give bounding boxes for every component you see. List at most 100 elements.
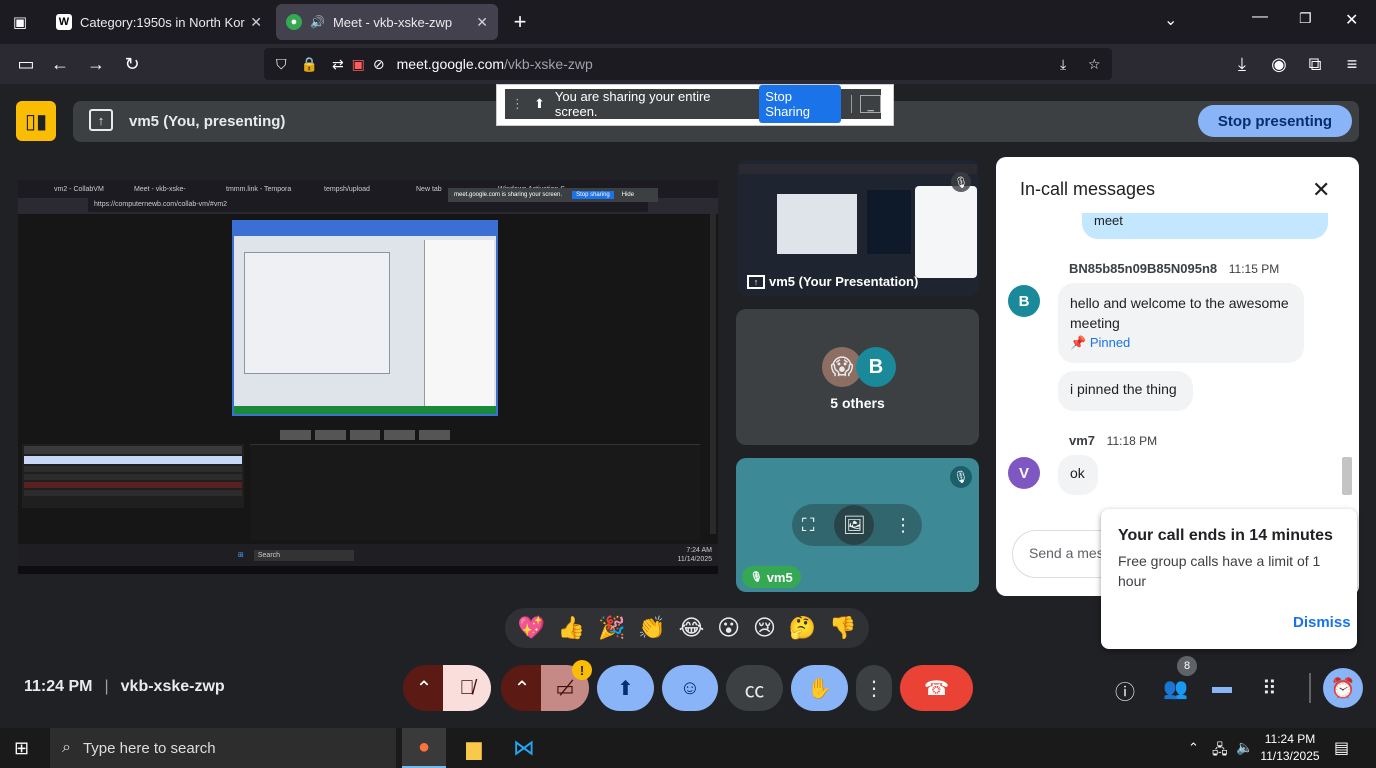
more-options-icon[interactable]: ⋮ (894, 515, 912, 536)
tab-wikipedia[interactable]: W Category:1950s in North Korea ✕ (46, 4, 272, 40)
menu-icon[interactable]: ≡ (1340, 52, 1364, 76)
forward-icon[interactable]: → (84, 52, 108, 76)
present-screen-icon: ⬆ (617, 677, 634, 700)
others-label: 5 others (830, 395, 885, 411)
chevron-down-icon[interactable]: ⌄ (1164, 10, 1177, 30)
message-time: 11:18 PM (1106, 434, 1158, 448)
reaction-thumbs-up[interactable]: 👍 (558, 615, 585, 641)
others-tile[interactable]: 😱 B 5 others (736, 309, 979, 445)
drag-handle-icon[interactable]: ⋮ (511, 96, 524, 112)
inner-properties-panel (424, 240, 494, 406)
close-icon[interactable]: ✕ (1312, 177, 1330, 203)
leave-call-button[interactable]: ☎ (900, 665, 973, 711)
meet-page: ▯▮ ↑ vm5 (You, presenting) ⋮ ⬆ You are s… (0, 84, 1376, 728)
video-options-button[interactable]: ⌃ (501, 665, 543, 711)
reaction-party[interactable]: 🎉 (598, 615, 625, 641)
reaction-thinking[interactable]: 🤔 (789, 615, 816, 641)
install-icon[interactable]: ⤓ (1060, 56, 1066, 73)
close-icon[interactable]: ✕ (250, 14, 262, 31)
reaction-sad[interactable]: 😢 (753, 615, 776, 641)
hide-button[interactable]: _ (860, 95, 881, 113)
reaction-clap[interactable]: 👏 (638, 615, 665, 641)
volume-icon[interactable]: 🔈 (1236, 739, 1253, 756)
presenting-label: vm5 (You, presenting) (129, 113, 286, 130)
vm5-self-tile[interactable]: 🎙 ⛶ 🖼 ⋮ 🎙 vm5 (736, 458, 979, 592)
lock-icon[interactable]: 🔒 (301, 56, 318, 73)
inner-search: Search (253, 549, 354, 561)
call-limit-toast: Your call ends in 14 minutes Free group … (1101, 509, 1357, 649)
system-clock[interactable]: 11:24 PM 11/13/2025 (1258, 731, 1322, 765)
more-options-button[interactable]: ⋮ (856, 665, 892, 711)
mic-toggle-button[interactable]: 🎙̸ (443, 665, 491, 711)
presentation-preview-tile[interactable]: 🎙 ↑ vm5 (Your Presentation) (737, 160, 979, 296)
chat-scrollbar[interactable] (1342, 305, 1352, 495)
screen-share-icon[interactable]: ▣ (352, 56, 365, 73)
people-count-badge: 8 (1177, 656, 1197, 676)
presentation-stage[interactable]: vm2 - CollabVM Meet - vkb-xske- tmmm.lin… (18, 180, 718, 574)
meeting-info-icon[interactable]: ⓘ (1115, 676, 1135, 705)
sidebar-icon[interactable]: ▭ (14, 52, 38, 76)
chevron-up-icon: ⌃ (415, 677, 433, 700)
windows-start-icon[interactable]: ⊞ (14, 738, 29, 759)
people-icon[interactable]: 👥 (1163, 676, 1188, 701)
url-path: /vkb-xske-zwp (504, 56, 593, 72)
stop-sharing-button[interactable]: Stop Sharing (759, 85, 842, 123)
new-tab-icon[interactable]: + (508, 9, 532, 34)
pinned-badge[interactable]: 📌 Pinned (1070, 335, 1292, 351)
side-panel-logo-icon[interactable]: ▯▮ (16, 101, 56, 141)
host-controls-icon[interactable]: ⏰ (1323, 668, 1363, 708)
account-icon[interactable]: ◉ (1267, 52, 1291, 76)
frame-person-icon[interactable]: ⛶ (802, 515, 815, 536)
mic-blocked-icon[interactable]: ⊘ (373, 56, 385, 73)
captions-button[interactable]: ㏄ (726, 665, 783, 711)
taskbar-search[interactable]: ⌕ Type here to search (50, 728, 396, 768)
extensions-icon[interactable]: ⧉ (1303, 52, 1327, 76)
file-explorer-icon[interactable]: ▆ (452, 728, 496, 768)
chevron-up-icon[interactable]: ⌃ (1188, 740, 1199, 756)
reaction-heart[interactable]: 💖 (517, 615, 544, 641)
notifications-icon[interactable]: ▤ (1334, 738, 1349, 758)
clock-date: 11/13/2025 (1260, 749, 1320, 763)
stop-presenting-button[interactable]: Stop presenting (1198, 105, 1352, 137)
message-sender: vm7 11:18 PM (1069, 433, 1158, 448)
vscode-icon[interactable]: ⋈ (502, 728, 546, 768)
tab-meet[interactable]: ● 🔊 Meet - vkb-xske-zwp ✕ (276, 4, 498, 40)
url-bar[interactable]: ⛉ 🔒 ⇄ ▣ ⊘ meet.google.com /vkb-xske-zwp … (264, 48, 1112, 80)
shield-icon[interactable]: ⛉ (276, 56, 287, 73)
firefox-view-icon[interactable]: ▣ (10, 12, 30, 32)
windows-taskbar: ⊞ ⌕ Type here to search ● ▆ ⋈ ⌃ 🖧 🔈 11:2… (0, 728, 1376, 768)
mic-off-icon: 🎙 (951, 172, 971, 192)
restore-icon[interactable]: ❐ (1299, 10, 1312, 27)
downloads-icon[interactable]: ⤓ (1230, 52, 1254, 76)
minimize-icon[interactable]: — (1252, 8, 1268, 26)
back-icon[interactable]: ← (48, 52, 72, 76)
inner-clock: 7:24 AM 11/14/2025 (677, 547, 712, 563)
audio-options-button[interactable]: ⌃ (403, 665, 445, 711)
vm5-tile-label: vm5 (766, 569, 793, 585)
firefox-taskbar-icon[interactable]: ● (402, 728, 446, 768)
sharing-indicator-popup: ⋮ ⬆ You are sharing your entire screen. … (496, 84, 894, 126)
inner-windows-icon: ⊞ (238, 552, 244, 559)
dismiss-button[interactable]: Dismiss (1293, 614, 1351, 631)
permissions-icon[interactable]: ⇄ (332, 56, 344, 73)
message-bubble: i pinned the thing (1058, 371, 1193, 411)
reaction-laugh[interactable]: 😂 (679, 615, 705, 641)
emoji-button[interactable]: ☺ (662, 665, 718, 711)
speaker-icon[interactable]: 🔊 (310, 15, 325, 29)
close-icon[interactable]: ✕ (476, 14, 488, 31)
activities-icon[interactable]: ⠿ (1262, 676, 1277, 701)
raise-hand-button[interactable]: ✋ (791, 665, 848, 711)
inner-tab: tempsh/upload (324, 185, 370, 193)
visual-effects-icon[interactable]: 🖼 (834, 505, 875, 545)
reaction-thumbs-down[interactable]: 👎 (829, 615, 856, 641)
avatar: V (1008, 457, 1040, 489)
chat-icon[interactable]: ▬ (1212, 676, 1232, 699)
reaction-surprised[interactable]: 😮 (717, 615, 740, 641)
name-tag: 🎙 vm5 (742, 566, 801, 588)
present-screen-button[interactable]: ⬆ (597, 665, 654, 711)
close-window-icon[interactable]: ✕ (1345, 10, 1358, 30)
reload-icon[interactable]: ↻ (120, 52, 144, 76)
inner-tab: Meet - vkb-xske- (134, 185, 186, 193)
network-icon[interactable]: 🖧 (1212, 739, 1228, 763)
bookmark-star-icon[interactable]: ☆ (1088, 56, 1101, 73)
